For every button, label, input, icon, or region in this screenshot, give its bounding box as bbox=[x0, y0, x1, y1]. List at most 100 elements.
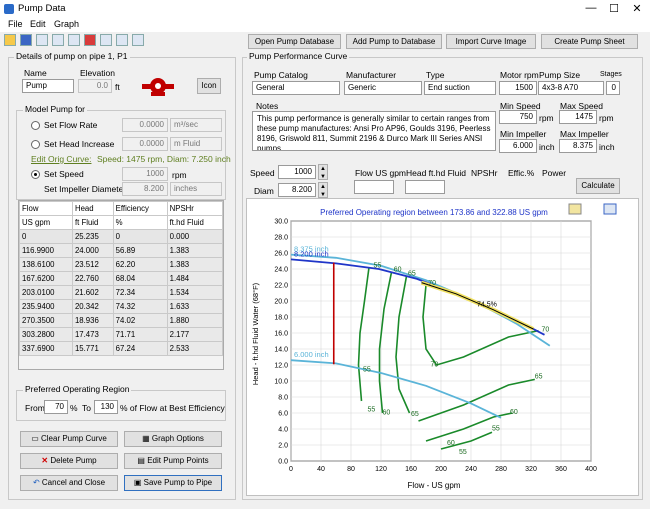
export-icon[interactable] bbox=[132, 34, 144, 46]
table-cell[interactable]: 1.383 bbox=[166, 243, 224, 258]
table-cell[interactable]: 62.20 bbox=[112, 257, 168, 272]
table-cell[interactable]: 1.484 bbox=[166, 271, 224, 286]
min-impeller-field[interactable]: 6.000 bbox=[499, 139, 537, 153]
import-curve-image-button[interactable]: Import Curve Image bbox=[446, 34, 536, 49]
table-cell[interactable]: 67.24 bbox=[112, 341, 168, 356]
pdf-icon[interactable] bbox=[84, 34, 96, 46]
print-icon[interactable] bbox=[36, 34, 48, 46]
table-cell[interactable]: 23.512 bbox=[71, 257, 114, 272]
set-impeller-diameter-field[interactable]: 8.200 bbox=[122, 182, 168, 196]
table-cell[interactable]: 18.936 bbox=[71, 313, 114, 328]
set-speed-radio[interactable] bbox=[31, 170, 40, 179]
impeller-diameter-unit-select[interactable]: inches bbox=[170, 182, 222, 196]
unit-flow-select[interactable]: US gpm bbox=[19, 215, 73, 230]
table-cell[interactable]: 203.0100 bbox=[19, 285, 73, 300]
print-preview-icon[interactable] bbox=[52, 34, 64, 46]
open-pump-database-button[interactable]: Open Pump Database bbox=[248, 34, 341, 49]
menu-file[interactable]: File bbox=[8, 19, 23, 29]
table-row[interactable]: 138.6100 23.512 62.20 1.383 bbox=[19, 257, 224, 272]
table-row[interactable]: 116.9900 24.000 56.89 1.383 bbox=[19, 243, 224, 258]
diam-field[interactable]: 8.200 bbox=[278, 183, 316, 197]
por-from-field[interactable]: 70 bbox=[44, 400, 68, 414]
min-speed-field[interactable]: 750 bbox=[499, 110, 537, 124]
flow-rate-field[interactable]: 0.0000 bbox=[122, 118, 168, 132]
por-to-field[interactable]: 130 bbox=[94, 400, 118, 414]
table-cell[interactable]: 74.32 bbox=[112, 299, 168, 314]
set-head-increase-radio[interactable] bbox=[31, 140, 40, 149]
type-field[interactable]: End suction bbox=[424, 81, 496, 95]
head-increase-field[interactable]: 0.0000 bbox=[122, 137, 168, 151]
name-field[interactable]: Pump bbox=[22, 79, 74, 93]
table-cell[interactable]: 24.000 bbox=[71, 243, 114, 258]
table-row[interactable]: 203.0100 21.602 72.34 1.534 bbox=[19, 285, 224, 300]
table-cell[interactable]: 303.2800 bbox=[19, 327, 73, 342]
save-pump-to-pipe-button[interactable]: ▣ Save Pump to Pipe bbox=[124, 475, 222, 491]
table-cell[interactable]: 0 bbox=[112, 229, 168, 244]
copy-icon[interactable] bbox=[68, 34, 80, 46]
table-cell[interactable]: 71.71 bbox=[112, 327, 168, 342]
calculate-button[interactable]: Calculate bbox=[576, 178, 620, 194]
edit-pump-points-button[interactable]: ▤ Edit Pump Points bbox=[124, 453, 222, 469]
table-cell[interactable]: 337.6900 bbox=[19, 341, 73, 356]
graph-options-button[interactable]: ▦ Graph Options bbox=[124, 431, 222, 447]
table-cell[interactable]: 2.533 bbox=[166, 341, 224, 356]
unit-head-select[interactable]: ft Fluid bbox=[71, 215, 114, 230]
speed-spinner[interactable]: ▲ ▼ bbox=[318, 164, 328, 180]
max-speed-field[interactable]: 1475 bbox=[559, 110, 597, 124]
clear-pump-curve-button[interactable]: ▭ Clear Pump Curve bbox=[20, 431, 118, 447]
pump-size-field[interactable]: 4x3-8 A70 bbox=[538, 81, 604, 95]
table-cell[interactable]: 270.3500 bbox=[19, 313, 73, 328]
add-pump-to-database-button[interactable]: Add Pump to Database bbox=[346, 34, 442, 49]
chart-copy-icon[interactable] bbox=[568, 203, 582, 215]
elevation-field[interactable]: 0.0 bbox=[78, 79, 112, 93]
motor-rpm-field[interactable]: 1500 bbox=[499, 81, 537, 95]
table-row[interactable]: 0 25.235 0 0.000 bbox=[19, 229, 224, 244]
calc-flow-field[interactable] bbox=[354, 180, 394, 194]
table-cell[interactable]: 138.6100 bbox=[19, 257, 73, 272]
head-increase-unit-select[interactable]: m Fluid bbox=[170, 137, 222, 151]
menu-edit[interactable]: Edit bbox=[30, 19, 46, 29]
manufacturer-field[interactable]: Generic bbox=[344, 81, 422, 95]
image-icon[interactable] bbox=[100, 34, 112, 46]
table-cell[interactable]: 25.235 bbox=[71, 229, 114, 244]
table-cell[interactable]: 1.534 bbox=[166, 285, 224, 300]
delete-pump-button[interactable]: ✕ Delete Pump bbox=[20, 453, 118, 469]
folder-icon[interactable] bbox=[4, 34, 16, 46]
diam-spinner[interactable]: ▲ ▼ bbox=[318, 182, 328, 198]
table-row[interactable]: 235.9400 20.342 74.32 1.633 bbox=[19, 299, 224, 314]
calc-head-field[interactable] bbox=[405, 180, 445, 194]
table-cell[interactable]: 15.771 bbox=[71, 341, 114, 356]
table-cell[interactable]: 72.34 bbox=[112, 285, 168, 300]
table-cell[interactable]: 17.473 bbox=[71, 327, 114, 342]
edit-orig-curve-link[interactable]: Edit Orig Curve: bbox=[31, 154, 91, 164]
table-cell[interactable]: 235.9400 bbox=[19, 299, 73, 314]
table-row[interactable]: 270.3500 18.936 74.02 1.880 bbox=[19, 313, 224, 328]
table-cell[interactable]: 167.6200 bbox=[19, 271, 73, 286]
table-cell[interactable]: 68.04 bbox=[112, 271, 168, 286]
cancel-and-close-button[interactable]: ↶ Cancel and Close bbox=[20, 475, 118, 491]
close-button[interactable]: ✕ bbox=[630, 2, 644, 15]
menu-graph[interactable]: Graph bbox=[54, 19, 79, 29]
table-cell[interactable]: 0 bbox=[19, 229, 73, 244]
table-cell[interactable]: 20.342 bbox=[71, 299, 114, 314]
table-cell[interactable]: 1.880 bbox=[166, 313, 224, 328]
table-cell[interactable]: 116.9900 bbox=[19, 243, 73, 258]
clipboard-icon[interactable] bbox=[116, 34, 128, 46]
pump-curve-chart[interactable]: Preferred Operating region between 173.8… bbox=[246, 198, 639, 496]
notes-field[interactable]: This pump performance is generally simil… bbox=[252, 111, 496, 151]
chart-zoom-icon[interactable] bbox=[603, 203, 617, 215]
flow-rate-unit-select[interactable]: m³/sec bbox=[170, 118, 222, 132]
table-cell[interactable]: 21.602 bbox=[71, 285, 114, 300]
set-speed-field[interactable]: 1000 bbox=[122, 167, 168, 181]
pump-catalog-field[interactable]: General bbox=[252, 81, 340, 95]
icon-button[interactable]: Icon bbox=[197, 78, 221, 94]
maximize-button[interactable]: ☐ bbox=[607, 2, 621, 15]
save-icon[interactable] bbox=[20, 34, 32, 46]
table-row[interactable]: 337.6900 15.771 67.24 2.533 bbox=[19, 341, 224, 356]
table-cell[interactable]: 0.000 bbox=[166, 229, 224, 244]
max-impeller-field[interactable]: 8.375 bbox=[559, 139, 597, 153]
table-row[interactable]: 167.6200 22.760 68.04 1.484 bbox=[19, 271, 224, 286]
minimize-button[interactable]: — bbox=[584, 2, 598, 14]
table-cell[interactable]: 22.760 bbox=[71, 271, 114, 286]
speed-field[interactable]: 1000 bbox=[278, 165, 316, 179]
